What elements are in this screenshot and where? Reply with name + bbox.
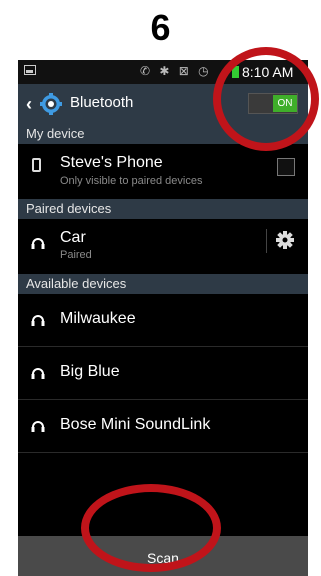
section-header-available: Available devices <box>18 274 308 294</box>
paired-device-row[interactable]: Car Paired <box>18 219 308 266</box>
available-device-name: Bose Mini SoundLink <box>60 416 211 433</box>
headphone-icon <box>31 238 45 249</box>
available-device-row[interactable]: Big Blue <box>18 347 308 399</box>
available-device-name: Big Blue <box>60 363 120 380</box>
step-number: 6 <box>150 7 171 48</box>
row-divider <box>266 229 267 253</box>
status-icons: ✆ ✱ ⊠ ◷ <box>140 64 212 78</box>
image-notification-icon <box>24 65 36 75</box>
page-title: Bluetooth <box>70 94 134 111</box>
headphone-icon <box>31 368 45 379</box>
bluetooth-settings-icon[interactable] <box>40 93 62 115</box>
available-device-name: Milwaukee <box>60 310 136 327</box>
gear-icon[interactable] <box>275 230 295 250</box>
section-header-paired: Paired devices <box>18 199 308 219</box>
available-device-row[interactable]: Bose Mini SoundLink <box>18 400 308 452</box>
available-device-row[interactable]: Milwaukee <box>18 294 308 346</box>
visibility-checkbox[interactable] <box>277 158 295 176</box>
my-device-visibility: Only visible to paired devices <box>60 175 203 187</box>
headphone-icon <box>31 421 45 432</box>
my-device-name: Steve's Phone <box>60 154 163 171</box>
annotation-circle-toggle <box>213 47 319 151</box>
paired-device-name: Car <box>60 229 86 246</box>
back-icon[interactable]: ‹ <box>26 95 32 113</box>
annotation-circle-scan <box>81 484 221 572</box>
phone-icon <box>32 158 41 172</box>
headphone-icon <box>31 315 45 326</box>
paired-device-status: Paired <box>60 249 92 261</box>
row-divider <box>18 452 308 453</box>
my-device-row[interactable]: Steve's Phone Only visible to paired dev… <box>18 144 308 192</box>
